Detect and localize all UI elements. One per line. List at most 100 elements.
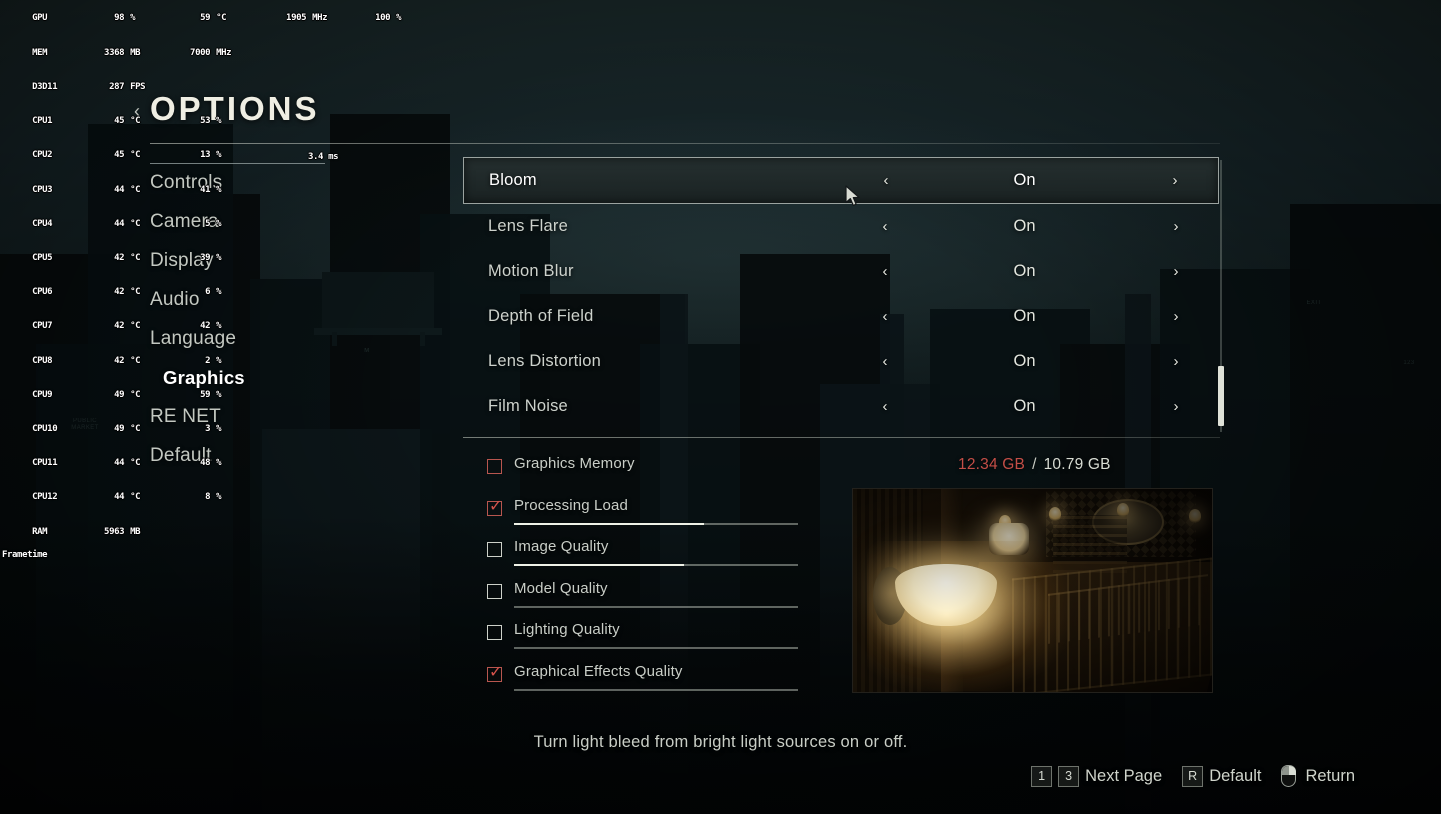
metric-label: Processing Load <box>514 496 628 514</box>
osd-label: D3D11 <box>32 81 58 92</box>
osd-value: 5963 <box>104 526 125 537</box>
setting-row-bloom[interactable]: Bloom ‹ On › <box>463 157 1219 204</box>
osd-label: CPU10 <box>32 424 58 435</box>
setting-row-film-noise[interactable]: Film Noise ‹ On › <box>463 384 1219 429</box>
osd-label: CPU9 <box>32 389 53 400</box>
prompt-label: Default <box>1209 766 1262 785</box>
osd-row: CPU7 42 °C 42% <box>2 310 416 344</box>
osd-unit: °C <box>130 321 141 332</box>
setting-row-depth-of-field[interactable]: Depth of Field ‹ On › <box>463 294 1219 339</box>
metric-row-image-quality[interactable]: Image Quality <box>487 538 807 580</box>
osd-label: MEM <box>32 47 48 58</box>
osd-value: 42 <box>114 321 125 332</box>
osd-row: CPU6 42 °C 6% <box>2 276 416 310</box>
osd-label: CPU5 <box>32 252 53 263</box>
mouse-cursor <box>845 185 860 206</box>
osd-label: CPU1 <box>32 116 53 127</box>
keycap[interactable]: R <box>1182 765 1204 787</box>
setting-row-lens-flare[interactable]: Lens Flare ‹ On › <box>463 204 1219 249</box>
setting-row-lens-distortion[interactable]: Lens Distortion ‹ On › <box>463 339 1219 384</box>
setting-next-arrow-icon[interactable]: › <box>1163 309 1189 324</box>
osd-unit2: MHz <box>216 47 232 58</box>
osd-value2: 7000 <box>190 47 211 58</box>
osd-unit: °C <box>130 184 141 195</box>
keycap[interactable]: 3 <box>1058 765 1080 787</box>
prompt-return[interactable]: Return <box>1281 765 1359 787</box>
osd-value2: 3 <box>205 424 211 435</box>
osd-unit: °C <box>130 389 141 400</box>
prompt-next-page[interactable]: 1 3 Next Page <box>1031 765 1166 787</box>
osd-value2: 59 <box>200 13 211 24</box>
osd-value2: 59 <box>200 389 211 400</box>
metric-row-graphical-effects-quality[interactable]: ✓ Graphical Effects Quality <box>487 663 807 705</box>
keycap[interactable]: 1 <box>1031 765 1053 787</box>
frametime-graph <box>150 152 325 166</box>
metric-label: Graphical Effects Quality <box>514 662 683 680</box>
metric-checkbox[interactable] <box>487 583 502 599</box>
metric-checkbox[interactable] <box>487 542 502 557</box>
osd-value2: 42 <box>200 321 211 332</box>
metric-bar-track <box>514 647 798 649</box>
setting-label: Motion Blur <box>488 262 574 280</box>
osd-row: MEM 3368 MB 7000 MHz <box>2 36 416 70</box>
osd-unit: °C <box>130 252 141 263</box>
metric-label: Graphics Memory <box>514 455 635 472</box>
osd-value: 44 <box>114 458 125 469</box>
setting-next-arrow-icon[interactable]: › <box>1162 173 1188 188</box>
osd-unit: % <box>130 13 136 24</box>
osd-unit: °C <box>130 287 141 298</box>
metric-row-processing-load[interactable]: ✓ Processing Load <box>487 497 807 539</box>
settings-preview-image <box>852 488 1213 693</box>
setting-value: On <box>1013 171 1036 189</box>
graphics-memory-readout: 12.34 GB / 10.79 GB <box>958 456 1111 474</box>
setting-label: Bloom <box>489 171 537 189</box>
setting-description: Turn light bleed from bright light sourc… <box>533 733 908 751</box>
osd-label: CPU12 <box>32 492 58 503</box>
osd-value: 287 <box>109 81 125 92</box>
metric-checkbox[interactable]: ✓ <box>487 497 502 516</box>
mouse-icon <box>1281 765 1297 787</box>
osd-value2: 53 <box>200 116 211 127</box>
metric-row-model-quality[interactable]: Model Quality <box>487 580 807 622</box>
osd-value: 42 <box>114 252 125 263</box>
osd-value: 42 <box>114 355 125 366</box>
metric-row-graphics-memory[interactable]: Graphics Memory <box>487 455 807 497</box>
osd-label: CPU4 <box>32 218 53 229</box>
osd-value2: 39 <box>200 252 211 263</box>
metric-row-lighting-quality[interactable]: Lighting Quality <box>487 621 807 663</box>
prompt-default[interactable]: R Default <box>1182 765 1265 787</box>
metric-bar-track <box>514 564 798 566</box>
setting-next-arrow-icon[interactable]: › <box>1163 219 1189 234</box>
osd-value: 42 <box>114 287 125 298</box>
osd-value2: 41 <box>200 184 211 195</box>
osd-value2: 8 <box>205 492 211 503</box>
setting-value: On <box>1013 397 1036 415</box>
setting-value: On <box>1013 352 1036 370</box>
osd-row: CPU3 44 °C 41% <box>2 173 416 207</box>
osd-unit2: % <box>216 287 222 298</box>
osd-unit: FPS <box>130 81 146 92</box>
metric-checkbox[interactable] <box>487 625 502 640</box>
osd-value2: 6 <box>205 287 211 298</box>
osd-value2: 5 <box>205 218 211 229</box>
settings-scrollbar-thumb[interactable] <box>1218 366 1224 426</box>
metric-checkbox[interactable] <box>487 459 502 474</box>
metric-checkbox[interactable]: ✓ <box>487 663 502 682</box>
osd-unit2: % <box>216 355 222 366</box>
setting-next-arrow-icon[interactable]: › <box>1163 354 1189 369</box>
osd-unit2: % <box>216 184 222 195</box>
osd-unit: MB <box>130 526 141 537</box>
osd-row: D3D11 287 FPS <box>2 70 416 104</box>
metric-bar-fill <box>514 522 705 525</box>
osd-label: CPU11 <box>32 458 58 469</box>
osd-row: CPU11 44 °C 48% <box>2 447 416 481</box>
setting-next-arrow-icon[interactable]: › <box>1163 264 1189 279</box>
metric-label: Model Quality <box>514 579 608 597</box>
setting-value: On <box>1013 217 1036 235</box>
osd-label: RAM <box>32 526 48 537</box>
setting-row-motion-blur[interactable]: Motion Blur ‹ On › <box>463 249 1219 294</box>
osd-frametime-label: Frametime <box>2 549 48 560</box>
osd-row: RAM 5963 MB <box>2 515 416 549</box>
osd-value4: 100 <box>375 13 391 24</box>
setting-next-arrow-icon[interactable]: › <box>1163 399 1189 414</box>
